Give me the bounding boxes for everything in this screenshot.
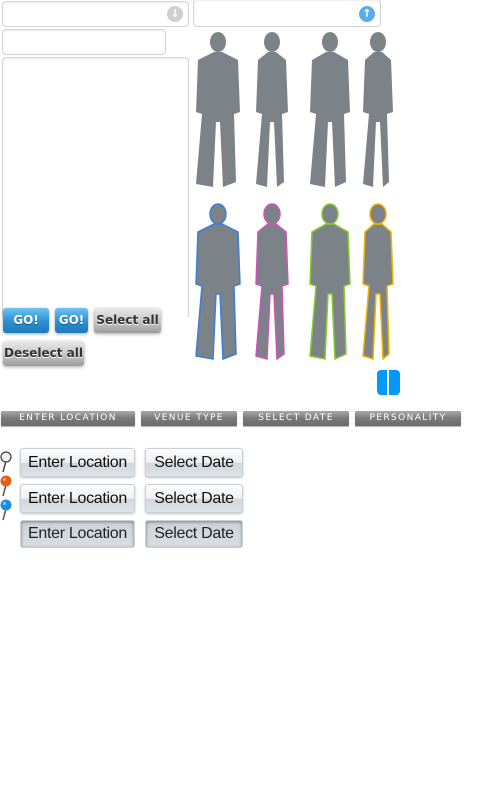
figure-man-highlighted[interactable] <box>195 203 241 361</box>
pin-blue-icon <box>0 499 12 521</box>
tab-personality[interactable]: PERSONALITY <box>355 411 461 426</box>
select-date-button-hover[interactable]: Select Date <box>145 484 243 513</box>
figure-girl-highlighted[interactable] <box>362 203 394 361</box>
tab-venue-type[interactable]: VENUE TYPE <box>141 411 237 426</box>
select-all-button[interactable]: Select all <box>94 308 161 333</box>
enter-location-button-hover[interactable]: Enter Location <box>20 484 135 513</box>
pin-gray-icon <box>0 451 12 473</box>
go-button-small[interactable]: GO! <box>55 308 88 333</box>
figure-woman[interactable] <box>256 32 288 187</box>
deselect-all-button[interactable]: Deselect all <box>3 341 84 366</box>
enter-location-button-pressed[interactable]: Enter Location <box>20 520 135 548</box>
enter-location-button[interactable]: Enter Location <box>20 448 135 477</box>
text-input[interactable] <box>2 29 166 55</box>
tab-select-date[interactable]: SELECT DATE <box>243 411 349 426</box>
figure-boy-highlighted[interactable] <box>309 203 351 361</box>
pin-orange-icon <box>0 475 12 497</box>
figure-girl[interactable] <box>363 32 393 187</box>
figure-woman-highlighted[interactable] <box>255 203 289 361</box>
location-dropdown[interactable]: ↓ <box>2 1 189 27</box>
tab-enter-location[interactable]: ENTER LOCATION <box>1 411 135 426</box>
toggle-columns-icon[interactable] <box>377 370 400 395</box>
arrow-up-circle-icon[interactable]: ↑ <box>359 6 375 22</box>
figure-boy[interactable] <box>310 32 350 187</box>
list-textarea[interactable] <box>2 57 189 317</box>
arrow-down-circle-icon[interactable]: ↓ <box>167 6 183 22</box>
venue-dropdown-open[interactable]: ↑ <box>193 0 381 27</box>
select-date-button[interactable]: Select Date <box>145 448 243 477</box>
select-date-button-pressed[interactable]: Select Date <box>145 520 243 548</box>
figure-man[interactable] <box>196 32 240 187</box>
personality-figures <box>195 32 394 361</box>
go-button[interactable]: GO! <box>3 308 49 333</box>
